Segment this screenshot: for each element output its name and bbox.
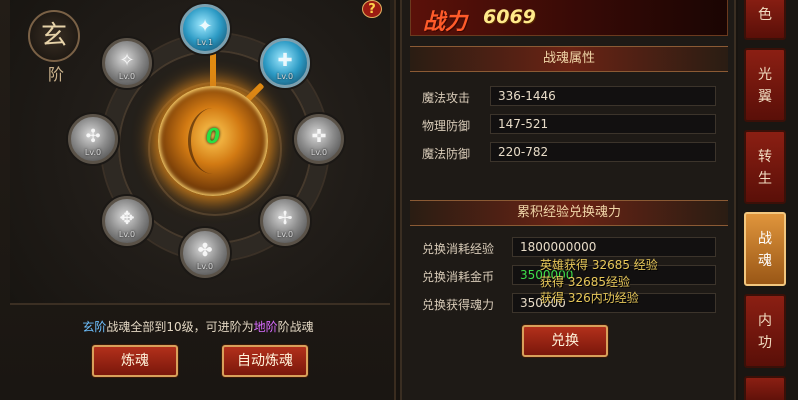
war-soul-panel: 玄 阶 ? 0 ✦ Lv.1 ✚ Lv.0 ✜ Lv.0 ✢ Lv.0 ✤ Lv [0, 0, 396, 400]
node-level: Lv.0 [196, 262, 214, 271]
exchange-button[interactable]: 兑换 [522, 325, 608, 357]
attr-value-physical-defense: 147-521 [490, 114, 716, 134]
exchange-label-soul-gain: 兑换获得魂力 [422, 298, 495, 312]
core-level: 0 [206, 124, 220, 148]
attr-label-magic-attack: 魔法攻击 [422, 91, 471, 105]
reward-message: 获得 32685经验 [540, 274, 630, 289]
tab-label: 战魂 [758, 231, 772, 269]
rune-icon: ✤ [197, 240, 213, 261]
tab-inner-power[interactable]: 内功 [744, 294, 786, 368]
attr-value-magic-defense: 220-782 [490, 142, 716, 162]
soul-node-left[interactable]: ✣ Lv.0 [68, 114, 118, 164]
combat-power-label: 战力 [423, 9, 468, 35]
attribute-panel: 战力 6069 战魂属性 魔法攻击 336-1446 物理防御 147-521 … [400, 0, 736, 400]
rank-seal-subtitle: 阶 [48, 65, 65, 84]
tab-war-soul[interactable]: 战魂 [744, 212, 786, 286]
rune-icon: ✢ [277, 208, 293, 229]
soul-node-right[interactable]: ✜ Lv.0 [294, 114, 344, 164]
rune-icon: ✥ [119, 208, 135, 229]
refine-button[interactable]: 炼魂 [92, 345, 178, 377]
hint-suffix: 阶战魂 [277, 320, 314, 334]
combat-power-banner: 战力 6069 [410, 0, 728, 36]
node-level: Lv.0 [276, 72, 294, 81]
soul-node-top-left[interactable]: ✧ Lv.0 [102, 38, 152, 88]
node-level: Lv.0 [118, 72, 136, 81]
tab-label: 内功 [758, 313, 772, 351]
reward-toast: 英雄获得 32685 经验 获得 32685经验 获得 326内功经验 [540, 257, 658, 307]
attr-value-magic-attack: 336-1446 [490, 86, 716, 106]
reward-message: 英雄获得 32685 经验 [540, 258, 658, 272]
soul-node-bottom-right[interactable]: ✢ Lv.0 [260, 196, 310, 246]
advance-hint: 玄阶战魂全部到10级，可进阶为地阶阶战魂 [0, 318, 396, 335]
tab-label: 色 [758, 7, 772, 23]
attributes-header: 战魂属性 [410, 46, 728, 72]
node-level: Lv.0 [310, 148, 328, 157]
soul-wheel: 玄 阶 ? 0 ✦ Lv.1 ✚ Lv.0 ✜ Lv.0 ✢ Lv.0 ✤ Lv [10, 0, 390, 305]
tab-more[interactable] [744, 376, 786, 400]
node-link-top [210, 52, 216, 88]
tab-label: 转生 [758, 149, 772, 187]
combat-power-value: 6069 [483, 6, 536, 28]
rune-icon: ✜ [311, 126, 327, 147]
rune-icon: ✦ [197, 16, 213, 37]
soul-core-orb[interactable]: 0 [158, 86, 268, 196]
attr-label-physical-defense: 物理防御 [422, 119, 471, 133]
exchange-value-exp-cost: 1800000000 [512, 237, 716, 257]
exchange-label-gold-cost: 兑换消耗金币 [422, 270, 495, 284]
auto-refine-button[interactable]: 自动炼魂 [222, 345, 308, 377]
rank-seal: 玄 [28, 10, 80, 62]
tab-label: 光翼 [758, 67, 772, 105]
attr-label-magic-defense: 魔法防御 [422, 147, 471, 161]
soul-node-bottom[interactable]: ✤ Lv.0 [180, 228, 230, 278]
tab-rebirth[interactable]: 转生 [744, 130, 786, 204]
soul-node-top[interactable]: ✦ Lv.1 [180, 4, 230, 54]
node-level: Lv.1 [196, 38, 214, 47]
soul-node-top-right[interactable]: ✚ Lv.0 [260, 38, 310, 88]
node-level: Lv.0 [276, 230, 294, 239]
current-rank-text: 玄阶 [82, 320, 107, 334]
exchange-header: 累积经验兑换魂力 [410, 200, 728, 226]
hint-text: 战魂全部到10级，可进阶为 [106, 320, 254, 334]
tab-light-wings[interactable]: 光翼 [744, 48, 786, 122]
help-icon[interactable]: ? [362, 0, 382, 18]
rune-icon: ✚ [277, 50, 293, 71]
node-level: Lv.0 [118, 230, 136, 239]
rune-icon: ✧ [119, 50, 135, 71]
node-level: Lv.0 [84, 148, 102, 157]
side-tab-bar: 色 光翼 转生 战魂 内功 [738, 0, 798, 400]
tab-color[interactable]: 色 [744, 0, 786, 40]
rune-icon: ✣ [85, 126, 101, 147]
exchange-label-exp-cost: 兑换消耗经验 [422, 242, 495, 256]
soul-node-bottom-left[interactable]: ✥ Lv.0 [102, 196, 152, 246]
reward-message: 获得 326内功经验 [540, 291, 639, 305]
game-window: { "wheel": { "rank_seal": "玄", "rank_sub… [0, 0, 798, 400]
next-rank-text: 地阶 [253, 320, 278, 334]
